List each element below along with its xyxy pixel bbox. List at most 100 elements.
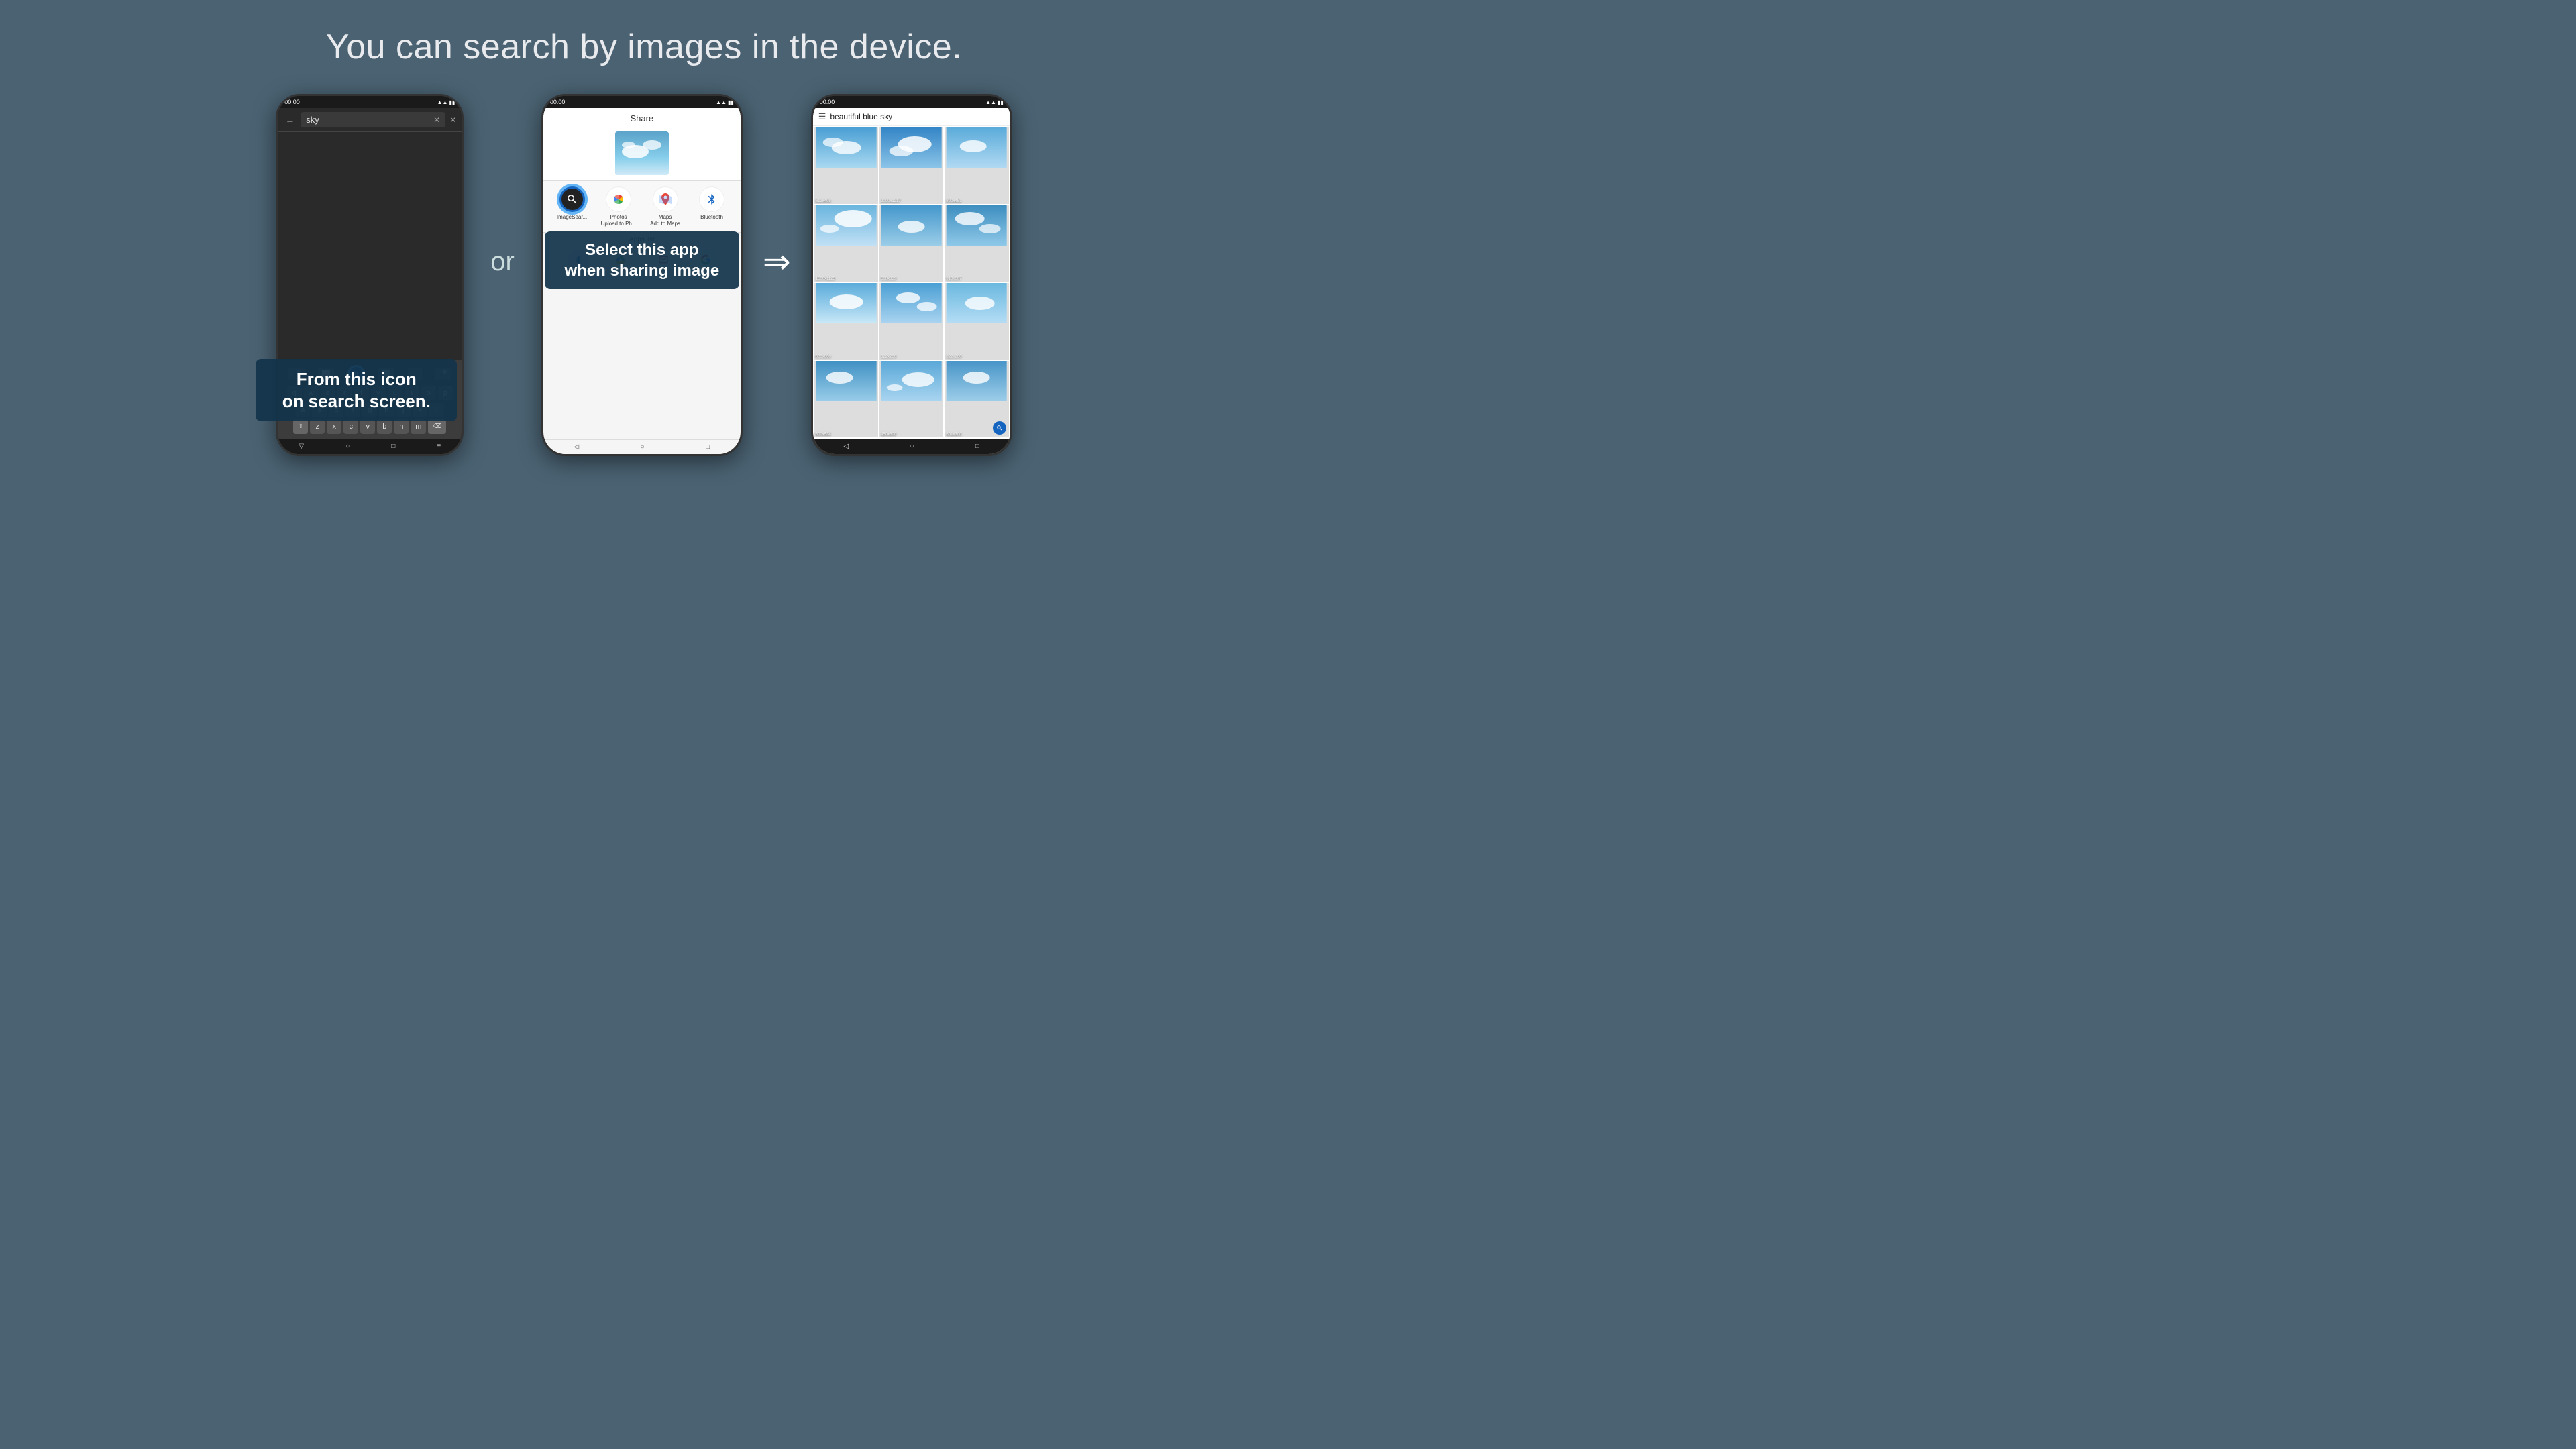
phone3-results-content: ☰ beautiful blue sky 612x408 2000x1217 [813,108,1010,454]
nav-recents-btn[interactable]: □ [391,443,395,450]
phone3-back-btn[interactable]: ◁ [843,443,849,450]
phone3: 00:00 ▲▲ ▮▮ ☰ beautiful blue sky [811,94,1012,456]
grid-cell-4[interactable]: 1500x1125 [814,205,878,282]
kb-key-n[interactable]: n [394,419,409,434]
phone3-wrapper: 00:00 ▲▲ ▮▮ ☰ beautiful blue sky [811,94,1012,456]
grid-cell-3[interactable]: 800x451 [945,127,1008,204]
phone2-wrapper: 00:00 ▲▲ ▮▮ Share [541,94,743,456]
grid-label-7: 600x600 [816,355,831,359]
nav-menu-btn[interactable]: ≡ [437,443,441,450]
grid-label-11: 450x300 [881,433,896,437]
search-clear-icon[interactable]: ✕ [433,115,440,125]
search-close-icon[interactable]: ✕ [449,115,456,125]
nav-back-btn[interactable]: ▽ [299,443,304,450]
phone2-tooltip: Select this appwhen sharing image [545,231,739,289]
phone1-search-field[interactable]: sky ✕ [301,112,445,127]
phone1-time: 00:00 [284,99,300,105]
grid-cell-9[interactable]: 322x200 [945,283,1008,360]
kb-backspace-key[interactable]: ⌫ [428,419,446,434]
grid-cell-8[interactable]: 322x200 [879,283,943,360]
kb-key-z[interactable]: z [310,419,325,434]
nav-home-btn[interactable]: ○ [345,443,350,450]
share-image-thumb [615,131,669,175]
phone2-recents-btn[interactable]: □ [706,443,710,451]
results-search-query[interactable]: beautiful blue sky [830,112,1004,121]
phone3-recents-btn[interactable]: □ [975,443,979,450]
phone1-search-toolbar: ← sky ✕ ✕ [278,108,462,132]
phone2-wifi-icon: ▲▲ [716,99,727,105]
photos-icon [606,186,631,212]
grid-label-2: 2000x1217 [881,199,901,203]
grid-label-9: 322x200 [946,355,961,359]
share-sheet-title: Share [543,108,741,126]
maps-label: MapsAdd to Maps [650,214,680,227]
phone3-wifi-icon: ▲▲ [985,99,996,105]
grid-label-4: 1500x1125 [816,277,835,281]
grid-cell-10[interactable]: 800x534 [814,361,878,437]
grid-cell-12[interactable]: 601x300 [945,361,1008,437]
phone2-time: 00:00 [550,99,566,105]
phone2-nav-bar: ◁ ○ □ [543,439,741,454]
phone1-wrapper: 00:00 ▲▲ ▮▮ ← sky ✕ ✕ 🎤 [276,94,464,456]
arrow-connector: ⇒ [743,242,811,281]
bluetooth-svg [706,193,718,205]
share-app-photos[interactable]: PhotosUpload to Ph... [600,186,637,227]
bluetooth-label: Bluetooth [700,214,723,221]
results-toolbar: ☰ beautiful blue sky [813,108,1010,126]
phone2-home-btn[interactable]: ○ [641,443,645,451]
kb-key-v[interactable]: v [360,419,375,434]
phone2-status-bar: 00:00 ▲▲ ▮▮ [543,96,741,108]
share-apps-row: ImageSear... [543,181,741,232]
grid-cell-11[interactable]: 450x300 [879,361,943,437]
kb-key-x[interactable]: x [327,419,341,434]
phone3-home-btn[interactable]: ○ [910,443,914,450]
grid-label-5: 508x339 [881,277,896,281]
phone3-signal-icon: ▮▮ [998,99,1004,105]
grid-label-12: 601x300 [946,433,961,437]
share-app-maps[interactable]: MapsAdd to Maps [647,186,684,227]
phone1-status-icons: ▲▲ ▮▮ [437,99,455,105]
grid-search-btn[interactable] [993,421,1006,435]
kb-key-c[interactable]: c [343,419,358,434]
hamburger-icon[interactable]: ☰ [818,111,826,122]
phone2-back-btn[interactable]: ◁ [574,443,580,451]
phone3-time: 00:00 [820,99,835,105]
bluetooth-icon [699,186,724,212]
kb-key-b[interactable]: b [377,419,392,434]
maps-icon [653,186,678,212]
grid-label-10: 800x534 [816,433,831,437]
grid-cell-6[interactable]: 910x607 [945,205,1008,282]
phone1-status-bar: 00:00 ▲▲ ▮▮ [278,96,462,108]
sky-thumbnail-svg [615,131,669,175]
kb-shift-key[interactable]: ⇧ [293,419,308,434]
phone3-nav-bar: ◁ ○ □ [813,439,1010,454]
results-grid: 612x408 2000x1217 800x451 1500x1125 [813,126,1010,439]
kb-key-m[interactable]: m [411,419,426,434]
grid-label-6: 910x607 [946,277,961,281]
imagesearch-icon [559,186,585,212]
share-app-bluetooth[interactable]: Bluetooth [694,186,731,221]
wifi-icon: ▲▲ [437,99,448,105]
photos-pinwheel-svg [611,192,626,207]
grid-cell-5[interactable]: 508x339 [879,205,943,282]
back-arrow-icon[interactable]: ← [283,115,297,125]
phone2-signal-icon: ▮▮ [728,99,734,105]
or-connector: or [464,247,541,277]
grid-label-8: 322x200 [881,355,896,359]
grid-label-3: 800x451 [946,199,961,203]
phone3-status-icons: ▲▲ ▮▮ [985,99,1004,105]
grid-cell-7[interactable]: 600x600 [814,283,878,360]
share-app-imagesearch[interactable]: ImageSear... [553,186,590,221]
phone1-tooltip-text: From this iconon search screen. [282,369,431,411]
phone2-tooltip-text: Select this appwhen sharing image [564,241,719,280]
grid-cell-1[interactable]: 612x408 [814,127,878,204]
phone1-tooltip: From this iconon search screen. [256,359,457,421]
share-image-preview [543,126,741,181]
grid-cell-2[interactable]: 2000x1217 [879,127,943,204]
photos-label: PhotosUpload to Ph... [601,214,637,227]
phone1-results-area [278,132,462,360]
signal-icon: ▮▮ [449,99,455,105]
imagesearch-label: ImageSear... [557,214,587,221]
phone3-status-bar: 00:00 ▲▲ ▮▮ [813,96,1010,108]
maps-svg [658,192,673,207]
